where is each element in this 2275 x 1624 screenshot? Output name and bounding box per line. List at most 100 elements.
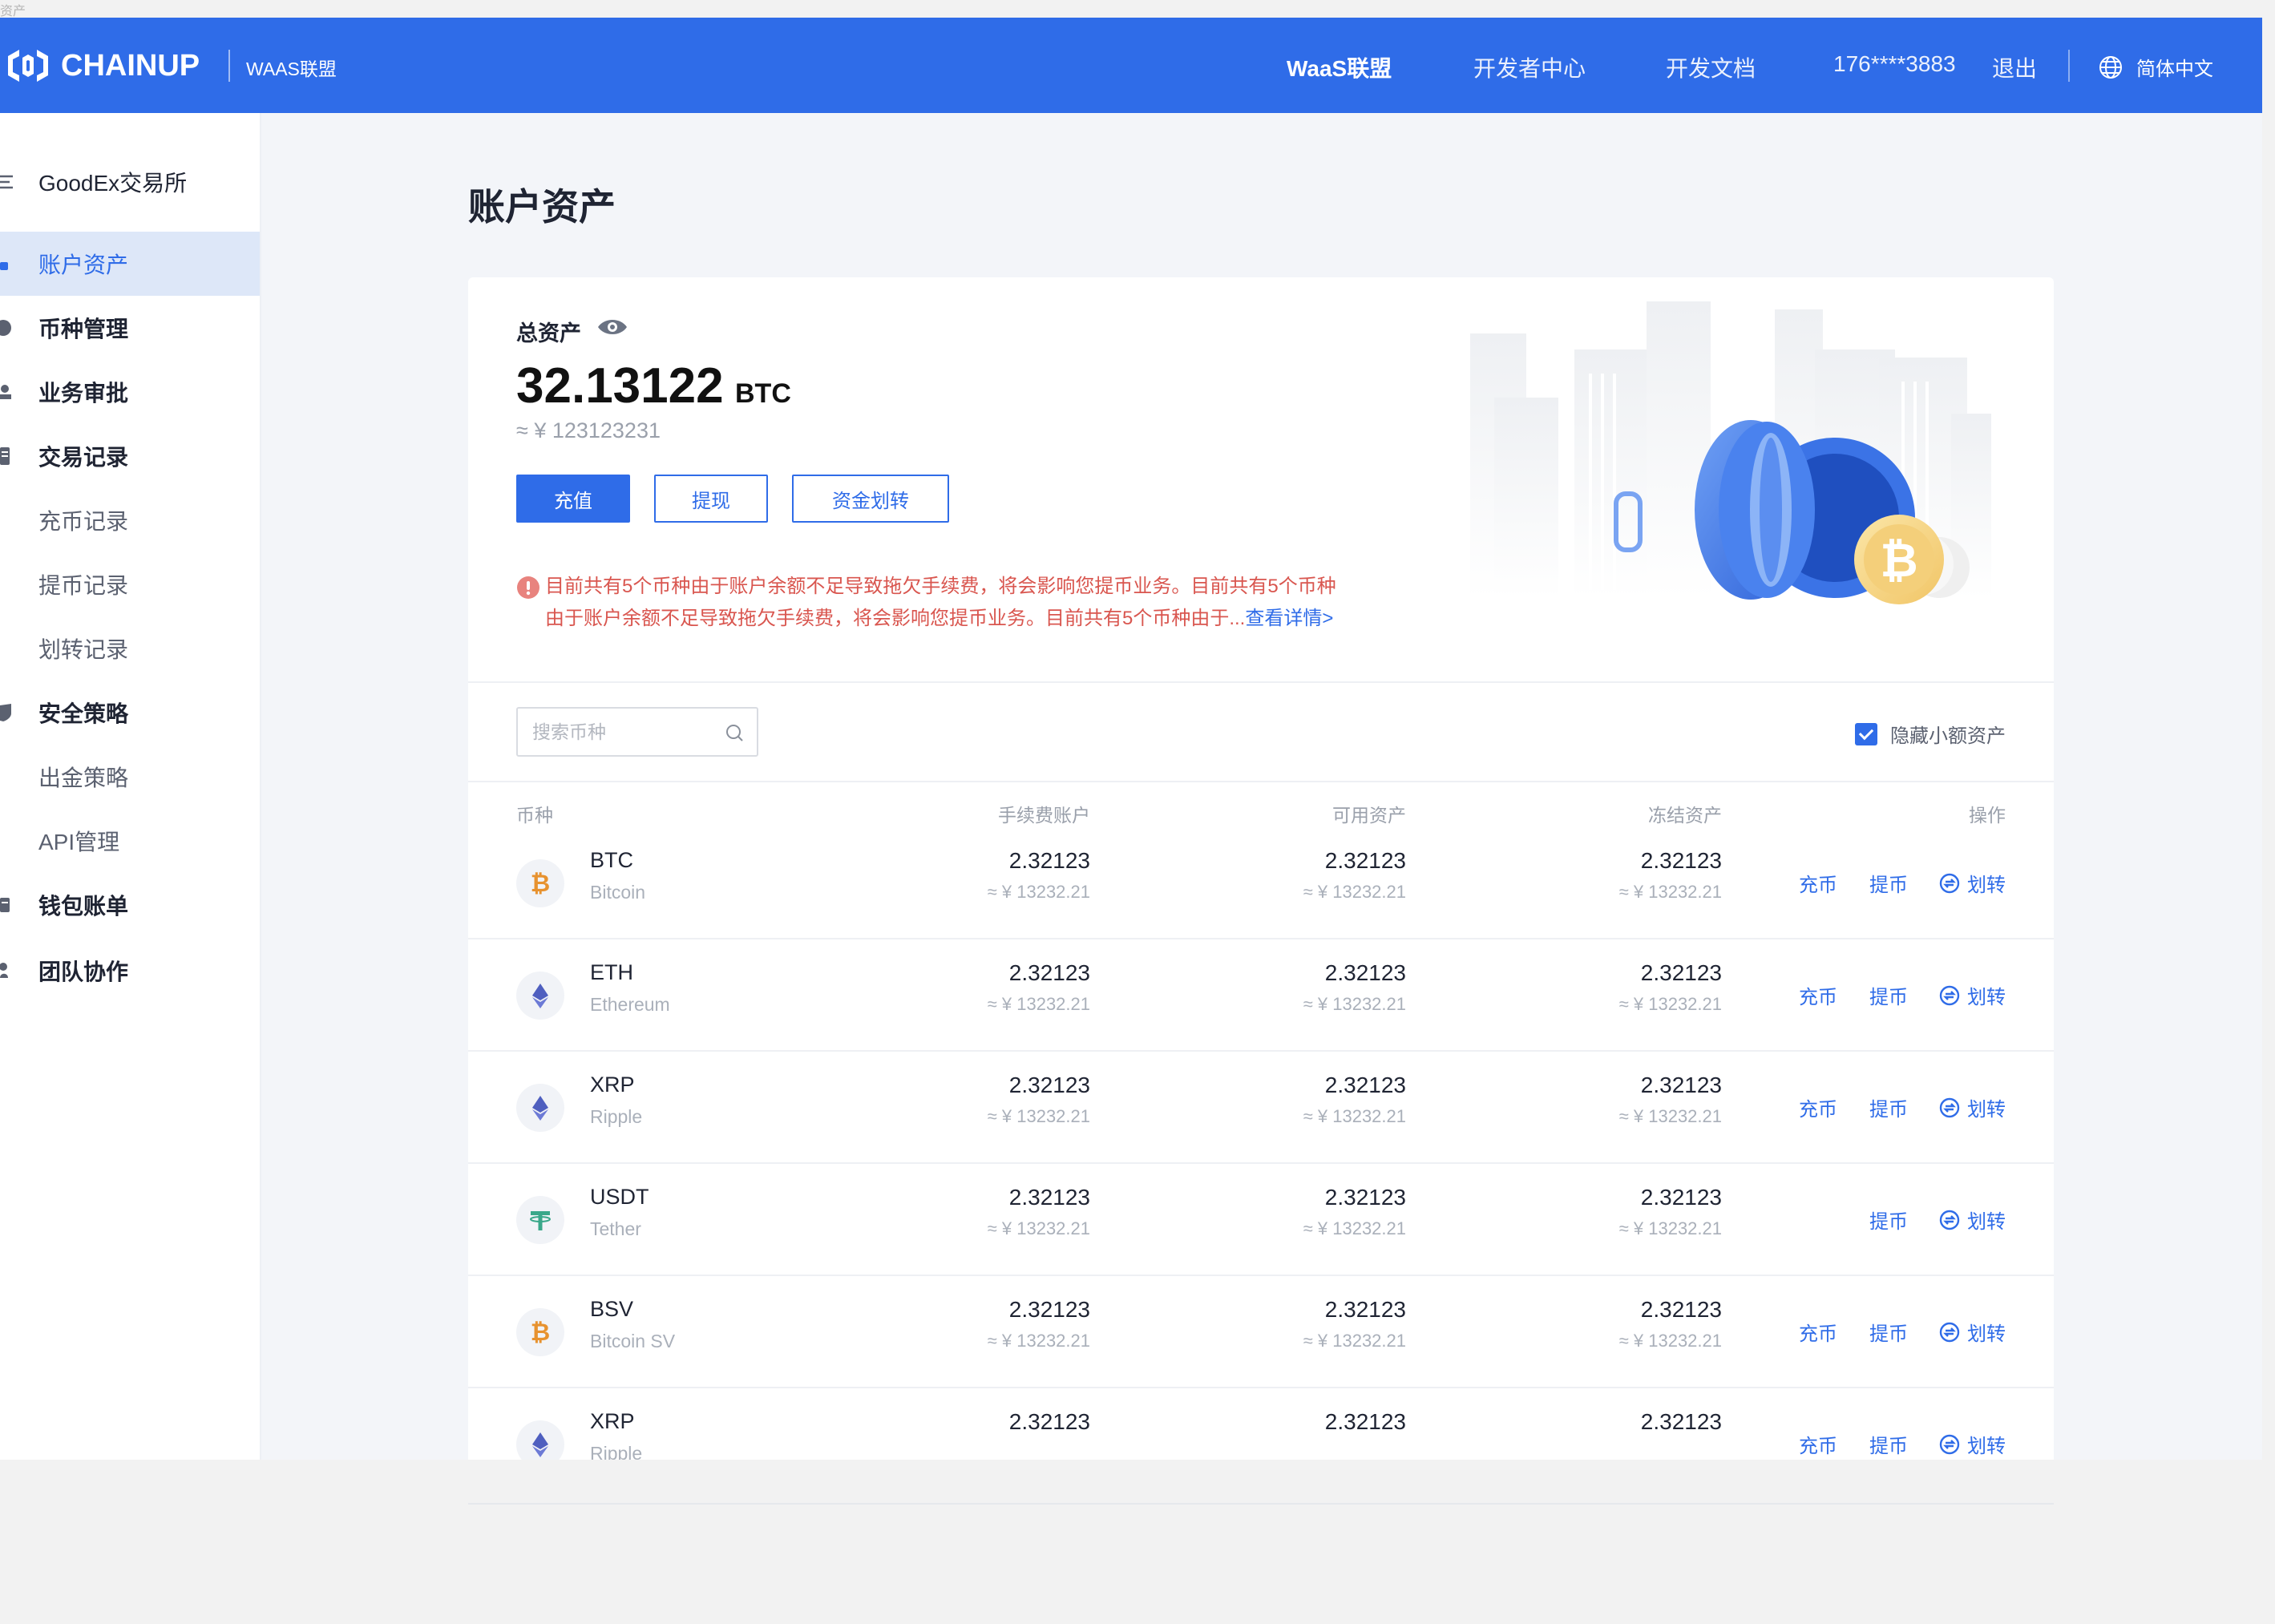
frozen-value: 2.32123 xyxy=(1640,1185,1722,1210)
sidebar-item-label: 充币记录 xyxy=(38,509,129,534)
sidebar-item-coin-management[interactable]: 币种管理 xyxy=(0,296,260,360)
hide-small-assets-toggle[interactable]: 隐藏小额资产 xyxy=(1855,720,2006,748)
sidebar-item-security-policy[interactable]: 安全策略 xyxy=(0,681,260,745)
row-transfer-link[interactable]: 划转 xyxy=(1938,1318,2006,1346)
sidebar-item-label: 出金策略 xyxy=(38,766,129,790)
table-row: ₿ BTC Bitcoin 2.32123 ≈ ¥ 13232.21 2.32123 ≈ ¥… xyxy=(468,827,2054,939)
view-details-link[interactable]: 查看详情> xyxy=(1245,608,1333,629)
warning-icon xyxy=(517,576,539,599)
nav-developer-docs[interactable]: 开发文档 xyxy=(1666,51,1756,83)
brand-subtitle: WAAS联盟 xyxy=(246,59,337,79)
table-row: USDT Tether 2.32123 ≈ ¥ 13232.21 2.32123 ≈ ¥ … xyxy=(468,1164,2054,1276)
column-header-frozen: 冻结资产 xyxy=(1648,805,1722,826)
row-withdraw-link[interactable]: 提币 xyxy=(1869,1430,1908,1458)
brand[interactable]: CHAINUP xyxy=(3,45,200,87)
fee-account-value: 2.32123 xyxy=(1008,1185,1090,1210)
row-transfer-link[interactable]: 划转 xyxy=(1938,981,2006,1009)
row-deposit-link[interactable]: 充币 xyxy=(1799,981,1837,1009)
row-deposit-link[interactable]: 充币 xyxy=(1799,869,1837,897)
available-cny: ≈ ¥ 13232.21 xyxy=(1303,1331,1406,1351)
language-switcher[interactable]: 简体中文 xyxy=(2098,53,2213,81)
footer-divider xyxy=(468,1503,2054,1505)
sidebar-item-withdrawal-policy[interactable]: 出金策略 xyxy=(0,745,260,809)
coin-search[interactable] xyxy=(516,707,758,757)
nav-developer-center[interactable]: 开发者中心 xyxy=(1473,51,1586,83)
column-header-fee-account: 手续费账户 xyxy=(998,805,1090,826)
available-cny: ≈ ¥ 13232.21 xyxy=(1303,994,1406,1014)
org-switcher[interactable]: GoodEx交易所 xyxy=(0,150,260,214)
deposit-button[interactable]: 充值 xyxy=(516,475,630,523)
coin-full-name: Ethereum xyxy=(590,994,670,1015)
sidebar-item-label: 团队协作 xyxy=(38,959,129,984)
table-row: ETH Ethereum 2.32123 ≈ ¥ 13232.21 2.32123 ≈ ¥… xyxy=(468,939,2054,1052)
nav-waas-alliance[interactable]: WaaS联盟 xyxy=(1287,51,1392,83)
transfer-label: 划转 xyxy=(1967,1211,2006,1233)
withdraw-button[interactable]: 提现 xyxy=(654,475,768,523)
sidebar-item-label: 业务审批 xyxy=(38,381,129,406)
sidebar-item-business-approval[interactable]: 业务审批 xyxy=(0,360,260,424)
sidebar-item-label: 账户资产 xyxy=(38,252,129,277)
bill-icon xyxy=(0,898,10,912)
hide-small-checkbox[interactable] xyxy=(1855,722,1877,745)
sidebar-item-transfer-records[interactable]: 划转记录 xyxy=(0,616,260,681)
fee-account-value: 2.32123 xyxy=(1008,1409,1090,1434)
globe-icon xyxy=(2099,55,2122,79)
row-withdraw-link[interactable]: 提币 xyxy=(1869,1206,1908,1234)
search-icon[interactable] xyxy=(725,723,744,742)
coin-symbol: ETH xyxy=(590,960,633,984)
available-value: 2.32123 xyxy=(1324,960,1406,985)
sidebar-item-label: 安全策略 xyxy=(38,701,129,726)
coin-icon xyxy=(0,320,11,336)
coin-full-name: Ripple xyxy=(590,1106,643,1127)
table-row: ₿ BSV Bitcoin SV 2.32123 ≈ ¥ 13232.21 2.32123… xyxy=(468,1276,2054,1388)
nav-divider xyxy=(2068,50,2070,82)
row-withdraw-link[interactable]: 提币 xyxy=(1869,1093,1908,1121)
fee-account-value: 2.32123 xyxy=(1008,848,1090,873)
frozen-value: 2.32123 xyxy=(1640,848,1722,873)
transfer-label: 划转 xyxy=(1967,875,2006,896)
transfer-icon xyxy=(1939,1434,1960,1454)
available-cny: ≈ ¥ 13232.21 xyxy=(1303,1218,1406,1238)
transfer-label: 划转 xyxy=(1967,1323,2006,1345)
row-deposit-link[interactable]: 充币 xyxy=(1799,1318,1837,1346)
row-transfer-link[interactable]: 划转 xyxy=(1938,869,2006,897)
svg-text:₿: ₿ xyxy=(1880,535,1917,587)
frozen-value: 2.32123 xyxy=(1640,1073,1722,1097)
fee-account-value: 2.32123 xyxy=(1008,1073,1090,1097)
fee-account-cny: ≈ ¥ 13232.21 xyxy=(987,1331,1090,1351)
sidebar: GoodEx交易所 账户资产 币种管理 业务审批 交易记录 充币记录 提币记录 … xyxy=(0,113,261,1460)
fee-account-cny: ≈ ¥ 13232.21 xyxy=(987,1106,1090,1126)
column-header-coin: 币种 xyxy=(516,805,553,826)
coin-full-name: Tether xyxy=(590,1218,641,1239)
user-phone[interactable]: 176****3883 xyxy=(1833,51,1956,77)
brand-name: CHAINUP xyxy=(61,48,200,83)
row-deposit-link[interactable]: 充币 xyxy=(1799,1093,1837,1121)
row-deposit-link[interactable]: 充币 xyxy=(1799,1430,1837,1458)
frozen-cny: ≈ ¥ 13232.21 xyxy=(1618,1106,1722,1126)
coin-full-name: Bitcoin xyxy=(590,882,646,903)
sidebar-item-wallet-bill[interactable]: 钱包账单 xyxy=(0,873,260,937)
row-withdraw-link[interactable]: 提币 xyxy=(1869,869,1908,897)
search-input[interactable] xyxy=(532,720,725,744)
sidebar-item-team-collab[interactable]: 团队协作 xyxy=(0,939,260,1003)
row-withdraw-link[interactable]: 提币 xyxy=(1869,1318,1908,1346)
team-icon xyxy=(0,963,8,978)
frozen-value: 2.32123 xyxy=(1640,960,1722,985)
eye-icon[interactable] xyxy=(596,316,628,338)
transfer-icon xyxy=(1939,873,1960,893)
row-withdraw-link[interactable]: 提币 xyxy=(1869,981,1908,1009)
logout-link[interactable]: 退出 xyxy=(1992,51,2037,83)
row-transfer-link[interactable]: 划转 xyxy=(1938,1206,2006,1234)
svg-text:₿: ₿ xyxy=(531,1319,550,1346)
transfer-icon xyxy=(1939,1097,1960,1117)
frozen-cny: ≈ ¥ 13232.21 xyxy=(1618,994,1722,1014)
fund-transfer-button[interactable]: 资金划转 xyxy=(792,475,949,523)
row-transfer-link[interactable]: 划转 xyxy=(1938,1430,2006,1458)
row-transfer-link[interactable]: 划转 xyxy=(1938,1093,2006,1121)
sidebar-item-account-assets[interactable]: 账户资产 xyxy=(0,232,260,296)
sidebar-item-deposit-records[interactable]: 充币记录 xyxy=(0,488,260,552)
sidebar-item-withdraw-records[interactable]: 提币记录 xyxy=(0,552,260,616)
transfer-icon xyxy=(1939,1210,1960,1230)
sidebar-item-api-management[interactable]: API管理 xyxy=(0,809,260,873)
sidebar-item-transaction-records[interactable]: 交易记录 xyxy=(0,424,260,488)
